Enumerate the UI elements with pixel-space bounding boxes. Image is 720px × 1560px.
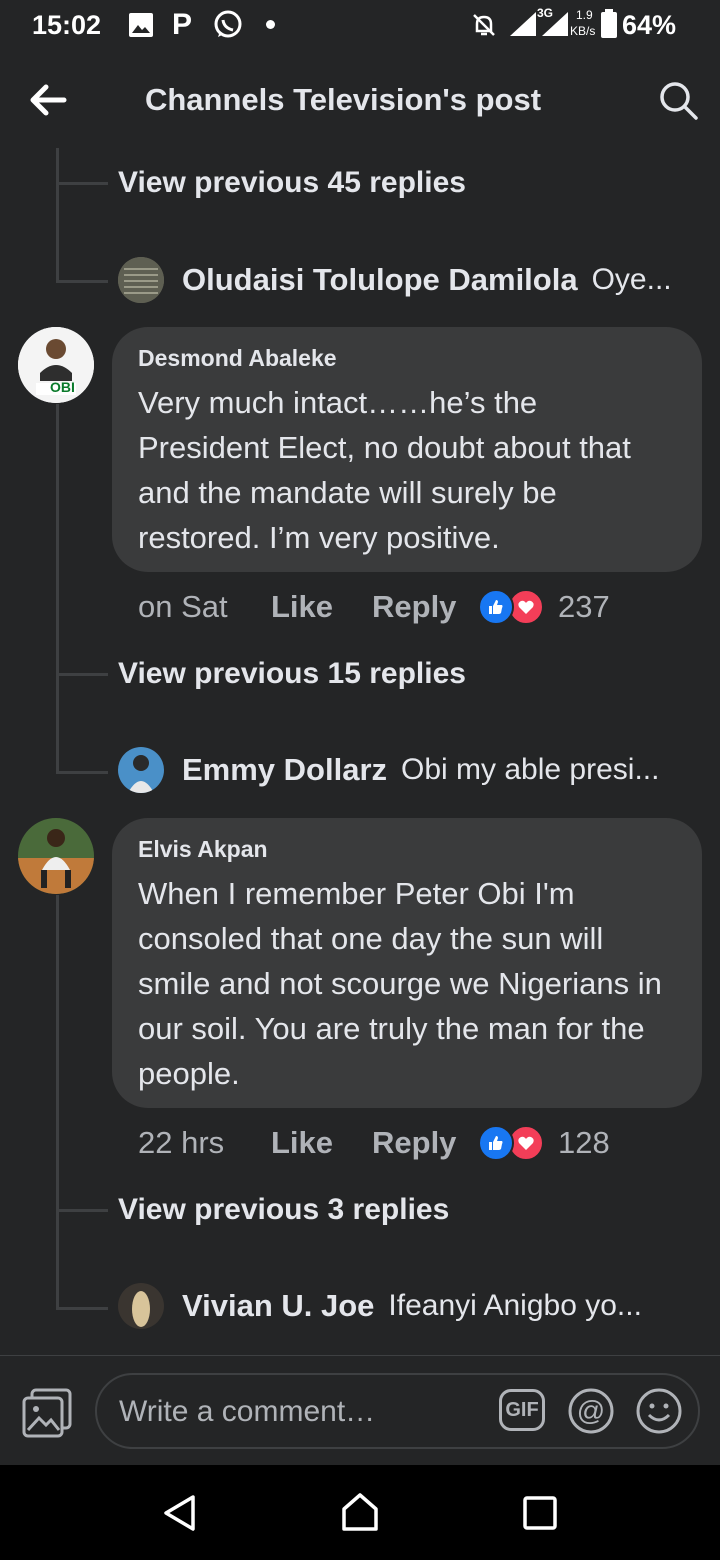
gif-label: GIF — [505, 1398, 539, 1421]
avatar[interactable] — [18, 818, 94, 894]
comment-bubble[interactable]: Desmond Abaleke Very much intact……he’s t… — [112, 327, 702, 572]
thread-branch — [56, 1307, 108, 1310]
thumbs-up-icon — [478, 589, 514, 625]
mute-bell-icon — [470, 11, 498, 46]
thread-line — [56, 148, 59, 282]
thread-line — [56, 895, 59, 1310]
photo-icon[interactable] — [22, 1388, 74, 1443]
like-button[interactable]: Like — [271, 1125, 372, 1161]
comment-actions: on Sat Like Reply 237 — [138, 585, 610, 629]
thread-branch — [56, 771, 108, 774]
reactions[interactable] — [478, 1125, 544, 1161]
reply-preview[interactable]: Vivian U. Joe Ifeanyi Anigbo yo... — [118, 1282, 642, 1330]
reply-author[interactable]: Oludaisi Tolulope Damilola — [182, 262, 578, 298]
thread-branch — [56, 673, 108, 676]
signal-3g-icon — [540, 10, 570, 45]
comment-text: Very much intact……he’s the President Ele… — [138, 385, 631, 555]
comment-actions: 22 hrs Like Reply 128 — [138, 1121, 610, 1165]
comment-author[interactable]: Desmond Abaleke — [138, 345, 676, 372]
speed-value: 1.9 — [576, 8, 593, 22]
gif-icon[interactable]: GIF — [499, 1389, 545, 1431]
view-previous-replies[interactable]: View previous 15 replies — [118, 657, 466, 691]
signal-icon — [508, 10, 538, 45]
nav-back-icon[interactable] — [160, 1493, 198, 1538]
thread-branch — [56, 182, 108, 185]
at-icon[interactable]: @ — [567, 1387, 615, 1440]
comment-placeholder: Write a comment… — [119, 1395, 376, 1428]
view-previous-replies[interactable]: View previous 45 replies — [118, 166, 466, 200]
thumbs-up-icon — [478, 1125, 514, 1161]
status-time: 15:02 — [32, 10, 102, 40]
reactions[interactable] — [478, 589, 544, 625]
comment-time: 22 hrs — [138, 1125, 225, 1160]
battery-icon — [600, 9, 618, 46]
reply-text: Ifeanyi Anigbo yo... — [388, 1289, 642, 1322]
gallery-icon — [128, 12, 154, 45]
comment-time: on Sat — [138, 589, 228, 624]
reply-button[interactable]: Reply — [372, 589, 478, 625]
reply-text: Obi my able presi... — [401, 753, 660, 786]
status-bar: 15:02 P 3G 1.9 KB/s 64% — [0, 0, 720, 52]
whatsapp-icon — [212, 9, 244, 48]
reaction-count[interactable]: 128 — [558, 1125, 610, 1161]
thread-branch — [56, 280, 108, 283]
reply-text: Oye... — [591, 263, 672, 296]
nav-home-icon[interactable] — [340, 1491, 380, 1538]
comment-composer: Write a comment… GIF @ — [0, 1355, 720, 1466]
page-title: Channels Television's post — [144, 82, 542, 117]
comment-input[interactable]: Write a comment… GIF @ — [95, 1373, 700, 1449]
svg-text:@: @ — [577, 1395, 605, 1426]
thread-line — [56, 404, 59, 774]
emoji-icon[interactable] — [635, 1387, 683, 1440]
reply-preview[interactable]: Emmy Dollarz Obi my able presi... — [118, 746, 659, 794]
avatar[interactable]: OBI — [18, 327, 94, 403]
comment-author[interactable]: Elvis Akpan — [138, 836, 676, 863]
like-button[interactable]: Like — [271, 589, 372, 625]
avatar-badge: OBI — [50, 379, 75, 395]
nav-recents-icon[interactable] — [522, 1495, 558, 1536]
reply-author[interactable]: Emmy Dollarz — [182, 752, 387, 788]
comment-bubble[interactable]: Elvis Akpan When I remember Peter Obi I'… — [112, 818, 702, 1108]
search-icon[interactable] — [658, 80, 700, 127]
comment-text: When I remember Peter Obi I'm consoled t… — [138, 876, 662, 1091]
reply-button[interactable]: Reply — [372, 1125, 478, 1161]
view-previous-replies[interactable]: View previous 3 replies — [118, 1193, 449, 1227]
avatar[interactable] — [118, 1283, 164, 1329]
reply-author[interactable]: Vivian U. Joe — [182, 1288, 374, 1324]
thread-branch — [56, 1209, 108, 1212]
dot-icon — [266, 20, 275, 29]
avatar[interactable] — [118, 257, 164, 303]
top-bar: Channels Television's post — [0, 52, 720, 147]
reaction-count[interactable]: 237 — [558, 589, 610, 625]
speed-unit: KB/s — [570, 24, 596, 38]
battery-percent: 64% — [621, 10, 676, 40]
system-nav-bar — [0, 1465, 720, 1560]
avatar[interactable] — [118, 747, 164, 793]
p-app-icon: P — [172, 8, 193, 41]
reply-preview[interactable]: Oludaisi Tolulope Damilola Oye... — [118, 256, 672, 304]
